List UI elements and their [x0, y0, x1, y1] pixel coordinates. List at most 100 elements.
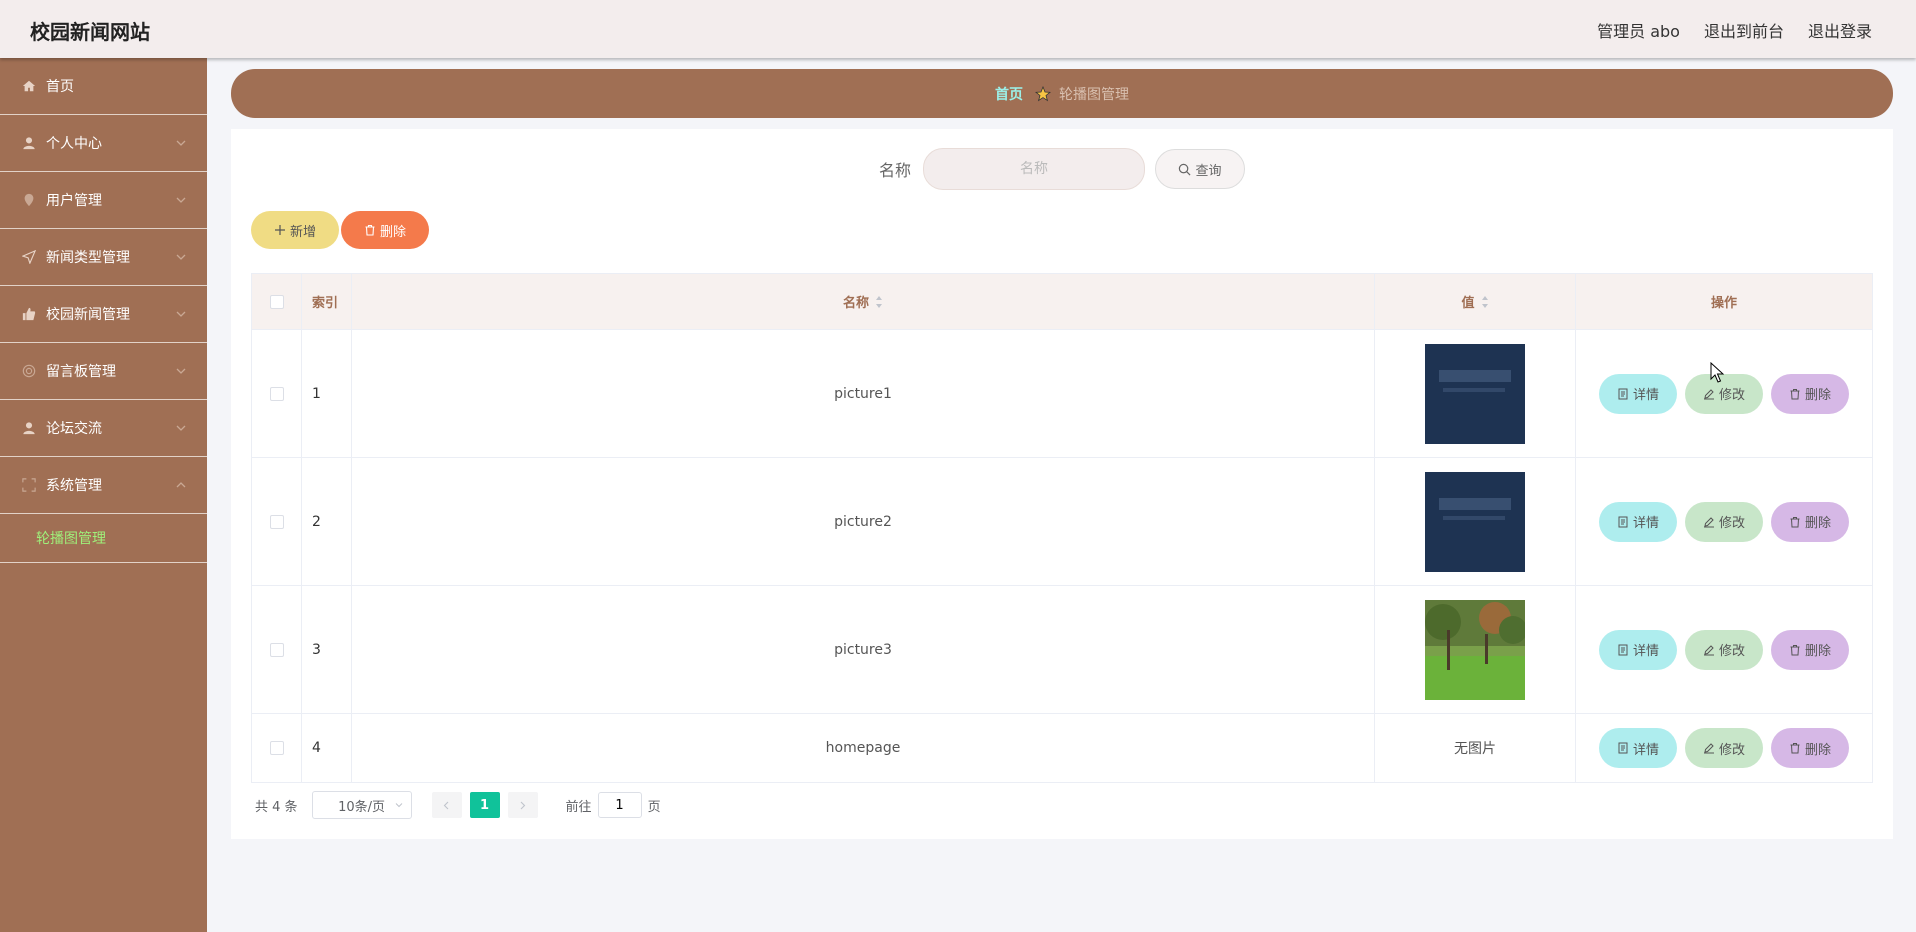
page-number-current[interactable]: 1: [469, 792, 500, 818]
edit-button-label: 修改: [1718, 742, 1745, 758]
row-checkbox[interactable]: [269, 642, 284, 657]
main-panel: 名称 查询 新增 删除 索引 名称 值 操作: [231, 129, 1893, 839]
edit-button-label: 修改: [1718, 388, 1745, 403]
document-icon: [1618, 644, 1628, 655]
row-index: 2: [302, 458, 352, 585]
trash-icon: [1790, 388, 1800, 399]
sidebar-item-home[interactable]: 首页: [0, 58, 207, 115]
row-value: [1375, 458, 1576, 585]
edit-button[interactable]: 修改: [1685, 629, 1763, 670]
chevron-down-icon: [176, 425, 186, 431]
user-icon: [21, 420, 37, 436]
document-icon: [1618, 742, 1628, 754]
detail-button[interactable]: 详情: [1599, 728, 1677, 768]
header-check-cell: [252, 274, 302, 329]
edit-button-label: 修改: [1718, 644, 1745, 659]
edit-button[interactable]: 修改: [1685, 728, 1763, 768]
sidebar-subitem-carousel[interactable]: 轮播图管理: [0, 514, 207, 563]
add-button-label: 新增: [289, 224, 316, 240]
prev-page-button[interactable]: [431, 792, 462, 818]
chevron-left-icon: [443, 801, 449, 809]
table-row: 3 picture3 详情 修改 删除: [252, 586, 1872, 714]
send-icon: [21, 249, 37, 265]
next-page-button[interactable]: [507, 792, 538, 818]
header-value-label: 值: [1461, 296, 1475, 311]
delete-button[interactable]: 删除: [1771, 373, 1849, 414]
trash-icon: [1790, 644, 1800, 655]
breadcrumb-home[interactable]: 首页: [995, 84, 1023, 104]
chevron-down-icon: [176, 140, 186, 146]
goto-page-input[interactable]: [597, 792, 642, 818]
banner-thumbnail[interactable]: [1425, 343, 1525, 444]
sidebar-item-label: 用户管理: [46, 193, 102, 209]
detail-button-label: 详情: [1632, 644, 1659, 659]
admin-user-label: 管理员 abo: [1597, 22, 1680, 41]
sidebar-item-forum[interactable]: 论坛交流: [0, 400, 207, 457]
row-check-cell: [252, 714, 302, 782]
header-value[interactable]: 值: [1375, 274, 1576, 329]
trash-icon: [1790, 516, 1800, 527]
search-row: 名称 查询: [231, 148, 1893, 190]
row-checkbox[interactable]: [269, 386, 284, 401]
detail-button[interactable]: 详情: [1599, 501, 1677, 542]
delete-button[interactable]: 删除: [1771, 629, 1849, 670]
header-name-label: 名称: [842, 296, 869, 311]
detail-button-label: 详情: [1632, 742, 1659, 758]
edit-button[interactable]: 修改: [1685, 501, 1763, 542]
sidebar-item-system-management[interactable]: 系统管理: [0, 457, 207, 514]
row-checkbox[interactable]: [269, 514, 284, 529]
sidebar-item-label: 校园新闻管理: [46, 307, 130, 323]
add-button[interactable]: 新增: [251, 211, 339, 249]
table-header-row: 索引 名称 值 操作: [252, 274, 1872, 330]
sidebar-item-label: 新闻类型管理: [46, 250, 130, 266]
sidebar-item-user-management[interactable]: 用户管理: [0, 172, 207, 229]
delete-button-label: 删除: [1804, 742, 1831, 758]
sidebar-item-campus-news-management[interactable]: 校园新闻管理: [0, 286, 207, 343]
exit-to-front-link[interactable]: 退出到前台: [1704, 18, 1784, 42]
row-checkbox[interactable]: [269, 741, 284, 755]
top-right-links: 管理员 abo 退出到前台 退出登录: [1597, 18, 1872, 42]
banner-thumbnail[interactable]: [1425, 471, 1525, 572]
batch-delete-button[interactable]: 删除: [341, 211, 429, 249]
star-icon: [1035, 85, 1051, 101]
data-table: 索引 名称 值 操作 1 picture1 详情 修改 删除 2 picture…: [251, 273, 1873, 783]
detail-button[interactable]: 详情: [1599, 629, 1677, 670]
header-ops: 操作: [1710, 296, 1737, 311]
logout-link[interactable]: 退出登录: [1808, 18, 1872, 42]
document-icon: [1618, 516, 1628, 527]
sidebar-item-news-type-management[interactable]: 新闻类型管理: [0, 229, 207, 286]
edit-button-label: 修改: [1718, 516, 1745, 531]
thumb-icon: [21, 306, 37, 322]
site-title: 校园新闻网站: [30, 20, 150, 44]
query-button[interactable]: 查询: [1155, 149, 1245, 189]
select-all-checkbox[interactable]: [269, 294, 284, 309]
table-row: 4 homepage 无图片 详情 修改 删除: [252, 714, 1872, 782]
page-size-select[interactable]: 10条/页: [311, 791, 412, 819]
search-input[interactable]: [923, 148, 1145, 190]
batch-delete-label: 删除: [379, 224, 406, 240]
sidebar: 首页 个人中心 用户管理 新闻类型管理 校园新闻管理 留言板管理 论坛交流 系统…: [0, 58, 207, 932]
header-name[interactable]: 名称: [352, 274, 1375, 329]
query-button-label: 查询: [1195, 163, 1222, 179]
help-icon: [21, 363, 37, 379]
campus-photo-thumbnail[interactable]: [1425, 599, 1525, 700]
chevron-down-icon: [176, 311, 186, 317]
sort-icon: [1481, 295, 1488, 308]
sidebar-subitem-label[interactable]: 轮播图管理: [36, 528, 106, 548]
search-label: 名称: [878, 161, 911, 180]
sidebar-item-message-board-management[interactable]: 留言板管理: [0, 343, 207, 400]
edit-button[interactable]: 修改: [1685, 373, 1763, 414]
chevron-right-icon: [520, 801, 526, 809]
sidebar-item-personal-center[interactable]: 个人中心: [0, 115, 207, 172]
delete-button[interactable]: 删除: [1771, 728, 1849, 768]
sort-icon: [876, 295, 882, 308]
table-row: 2 picture2 详情 修改 删除: [252, 458, 1872, 586]
page-size-value: 10条/页: [338, 799, 386, 815]
search-icon: [1179, 163, 1191, 175]
detail-button-label: 详情: [1632, 516, 1659, 531]
sidebar-item-label: 个人中心: [46, 136, 102, 152]
delete-button[interactable]: 删除: [1771, 501, 1849, 542]
row-index: 4: [302, 714, 352, 782]
detail-button[interactable]: 详情: [1599, 373, 1677, 414]
delete-button-label: 删除: [1804, 644, 1831, 659]
